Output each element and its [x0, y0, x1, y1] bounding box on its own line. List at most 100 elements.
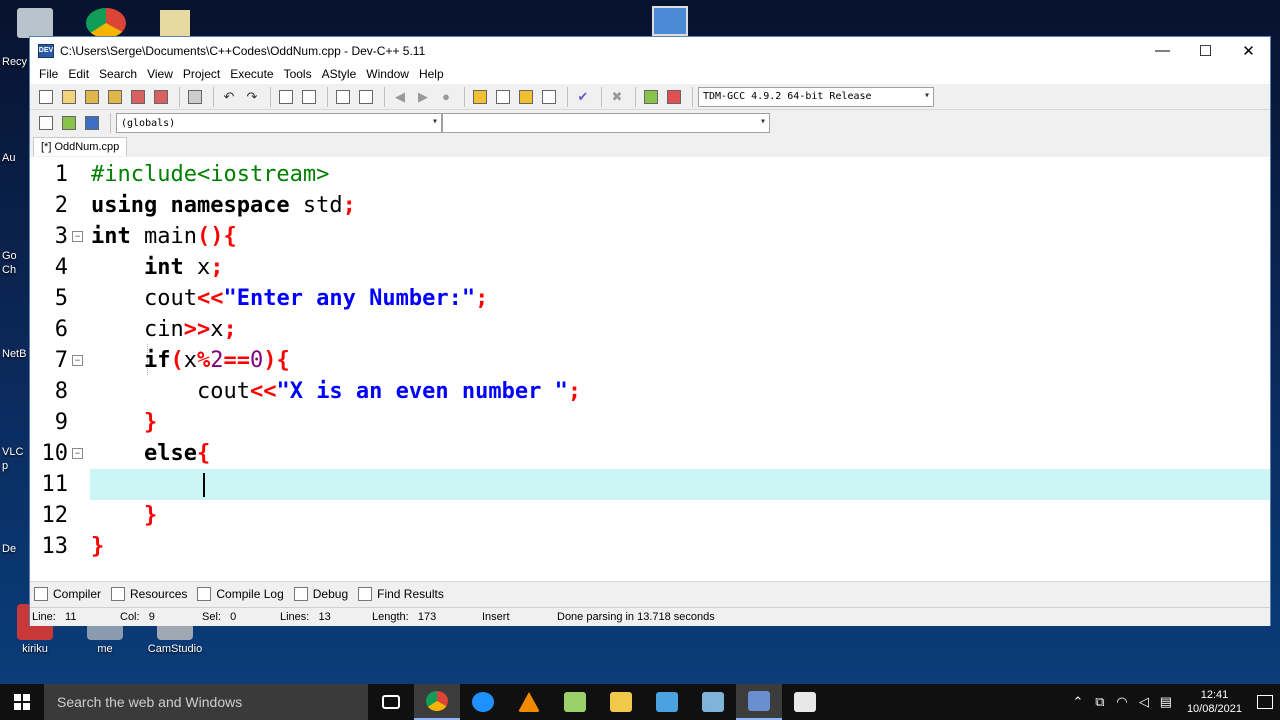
- insert-icon[interactable]: [36, 113, 56, 133]
- notifications-button[interactable]: [1250, 684, 1280, 720]
- rebuild-icon[interactable]: [539, 87, 559, 107]
- goto-icon[interactable]: ●: [436, 87, 456, 107]
- menu-help[interactable]: Help: [414, 67, 449, 81]
- code-line[interactable]: int x;: [91, 252, 223, 283]
- replace-icon[interactable]: [299, 87, 319, 107]
- volume-icon[interactable]: ◁: [1133, 694, 1155, 710]
- back-icon[interactable]: ◀: [390, 87, 410, 107]
- menu-astyle[interactable]: AStyle: [317, 67, 362, 81]
- tab-find-results[interactable]: Find Results: [358, 586, 444, 601]
- wifi-icon[interactable]: ◠: [1111, 694, 1133, 710]
- windows-icon: [14, 694, 30, 710]
- code-line[interactable]: cin>>x;: [91, 314, 237, 345]
- forward-icon[interactable]: ▶: [413, 87, 433, 107]
- open-file-icon[interactable]: [59, 87, 79, 107]
- code-line[interactable]: }: [91, 531, 104, 562]
- message-icon[interactable]: ▤: [1155, 694, 1177, 710]
- menu-view[interactable]: View: [142, 67, 178, 81]
- indent-icon[interactable]: [333, 87, 353, 107]
- menu-execute[interactable]: Execute: [225, 67, 278, 81]
- fold-toggle-icon[interactable]: −: [72, 231, 83, 242]
- code-line[interactable]: cout<<"Enter any Number:";: [91, 283, 488, 314]
- compiler-select[interactable]: TDM-GCC 4.9.2 64-bit Release ▾: [698, 86, 934, 107]
- task-view-button[interactable]: [368, 684, 414, 720]
- fold-toggle-icon[interactable]: −: [72, 355, 83, 366]
- tab-oddnum-cpp[interactable]: [*] OddNum.cpp: [33, 137, 128, 156]
- compile-icon[interactable]: [470, 87, 490, 107]
- member-select[interactable]: ▾: [442, 113, 770, 133]
- close-all-icon[interactable]: [151, 87, 171, 107]
- profile-icon[interactable]: [641, 87, 661, 107]
- clock[interactable]: 12:41 10/08/2021: [1177, 688, 1250, 716]
- menu-window[interactable]: Window: [361, 67, 414, 81]
- undo-icon[interactable]: ↶: [219, 87, 239, 107]
- taskbar-chrome[interactable]: [414, 684, 460, 720]
- goto-bookmark-icon[interactable]: [82, 113, 102, 133]
- code-line[interactable]: cout<<"X is an even number ";: [91, 376, 581, 407]
- unindent-icon[interactable]: [356, 87, 376, 107]
- taskbar-store[interactable]: [644, 684, 690, 720]
- code-token: ;: [475, 286, 489, 311]
- close-button[interactable]: ✕: [1227, 37, 1270, 64]
- find-icon[interactable]: [276, 87, 296, 107]
- close-file-icon[interactable]: [128, 87, 148, 107]
- code-token: using namespace: [91, 193, 303, 218]
- computer-icon[interactable]: [652, 6, 688, 36]
- tab-compiler[interactable]: Compiler: [34, 586, 101, 601]
- code-line[interactable]: #include<iostream>: [91, 159, 329, 190]
- minimize-button[interactable]: —: [1141, 37, 1184, 64]
- menu-search[interactable]: Search: [94, 67, 142, 81]
- code-line[interactable]: }: [91, 407, 157, 438]
- tab-compile-log[interactable]: Compile Log: [197, 586, 284, 601]
- taskbar-vlc[interactable]: [506, 684, 552, 720]
- notes-icon: [702, 692, 724, 712]
- vlc-icon: [518, 692, 540, 712]
- stop-icon[interactable]: ✖: [607, 87, 627, 107]
- menu-edit[interactable]: Edit: [63, 67, 94, 81]
- taskbar-search[interactable]: Search the web and Windows: [44, 684, 368, 720]
- new-file-icon[interactable]: [36, 87, 56, 107]
- debug-icon[interactable]: [664, 87, 684, 107]
- code-token: "X is an even number ": [276, 379, 568, 404]
- compile-run-icon[interactable]: [516, 87, 536, 107]
- menu-file[interactable]: File: [34, 67, 63, 81]
- start-button[interactable]: [0, 684, 44, 720]
- code-line[interactable]: using namespace std;: [91, 190, 356, 221]
- code-token: 0: [249, 348, 264, 373]
- taskbar-app[interactable]: [552, 684, 598, 720]
- chevron-up-icon[interactable]: ⌃: [1067, 694, 1089, 710]
- task-view-icon: [382, 695, 400, 709]
- code-line[interactable]: else{: [91, 438, 210, 469]
- save-icon[interactable]: [82, 87, 102, 107]
- taskbar-file-explorer[interactable]: [598, 684, 644, 720]
- code-line[interactable]: int main(){: [91, 221, 237, 252]
- taskbar-notes[interactable]: [690, 684, 736, 720]
- title-bar[interactable]: DEV C:\Users\Serge\Documents\C++Codes\Od…: [30, 37, 1270, 64]
- chrome-icon[interactable]: [86, 8, 126, 38]
- documents-icon[interactable]: [160, 10, 190, 38]
- tab-debug[interactable]: Debug: [293, 586, 348, 601]
- code-token: x: [183, 348, 197, 373]
- menu-tools[interactable]: Tools: [279, 67, 317, 81]
- tab-resources[interactable]: Resources: [111, 586, 187, 601]
- network-icon[interactable]: ⧉: [1089, 694, 1111, 710]
- taskbar-window[interactable]: [782, 684, 828, 720]
- menu-project[interactable]: Project: [178, 67, 225, 81]
- taskbar-devcpp[interactable]: [736, 684, 782, 720]
- fold-toggle-icon[interactable]: −: [72, 448, 83, 459]
- run-icon[interactable]: [493, 87, 513, 107]
- toggle-bookmark-icon[interactable]: [59, 113, 79, 133]
- maximize-button[interactable]: ☐: [1184, 37, 1227, 64]
- chrome-icon: [426, 691, 448, 711]
- scope-select[interactable]: (globals) ▾: [116, 113, 442, 133]
- print-icon[interactable]: [185, 87, 205, 107]
- redo-icon[interactable]: ↷: [242, 87, 262, 107]
- syntax-check-icon[interactable]: ✔: [573, 87, 593, 107]
- taskbar-edge[interactable]: [460, 684, 506, 720]
- save-all-icon[interactable]: [105, 87, 125, 107]
- code-line[interactable]: if(x%2==0){: [91, 345, 290, 376]
- code-line[interactable]: }: [91, 500, 157, 531]
- code-editor[interactable]: 1 2 3 4 5 6 7 8 9 10 11 12 13− − − #include<iostream> u…: [30, 157, 1270, 581]
- recycle-bin-icon[interactable]: [17, 8, 53, 38]
